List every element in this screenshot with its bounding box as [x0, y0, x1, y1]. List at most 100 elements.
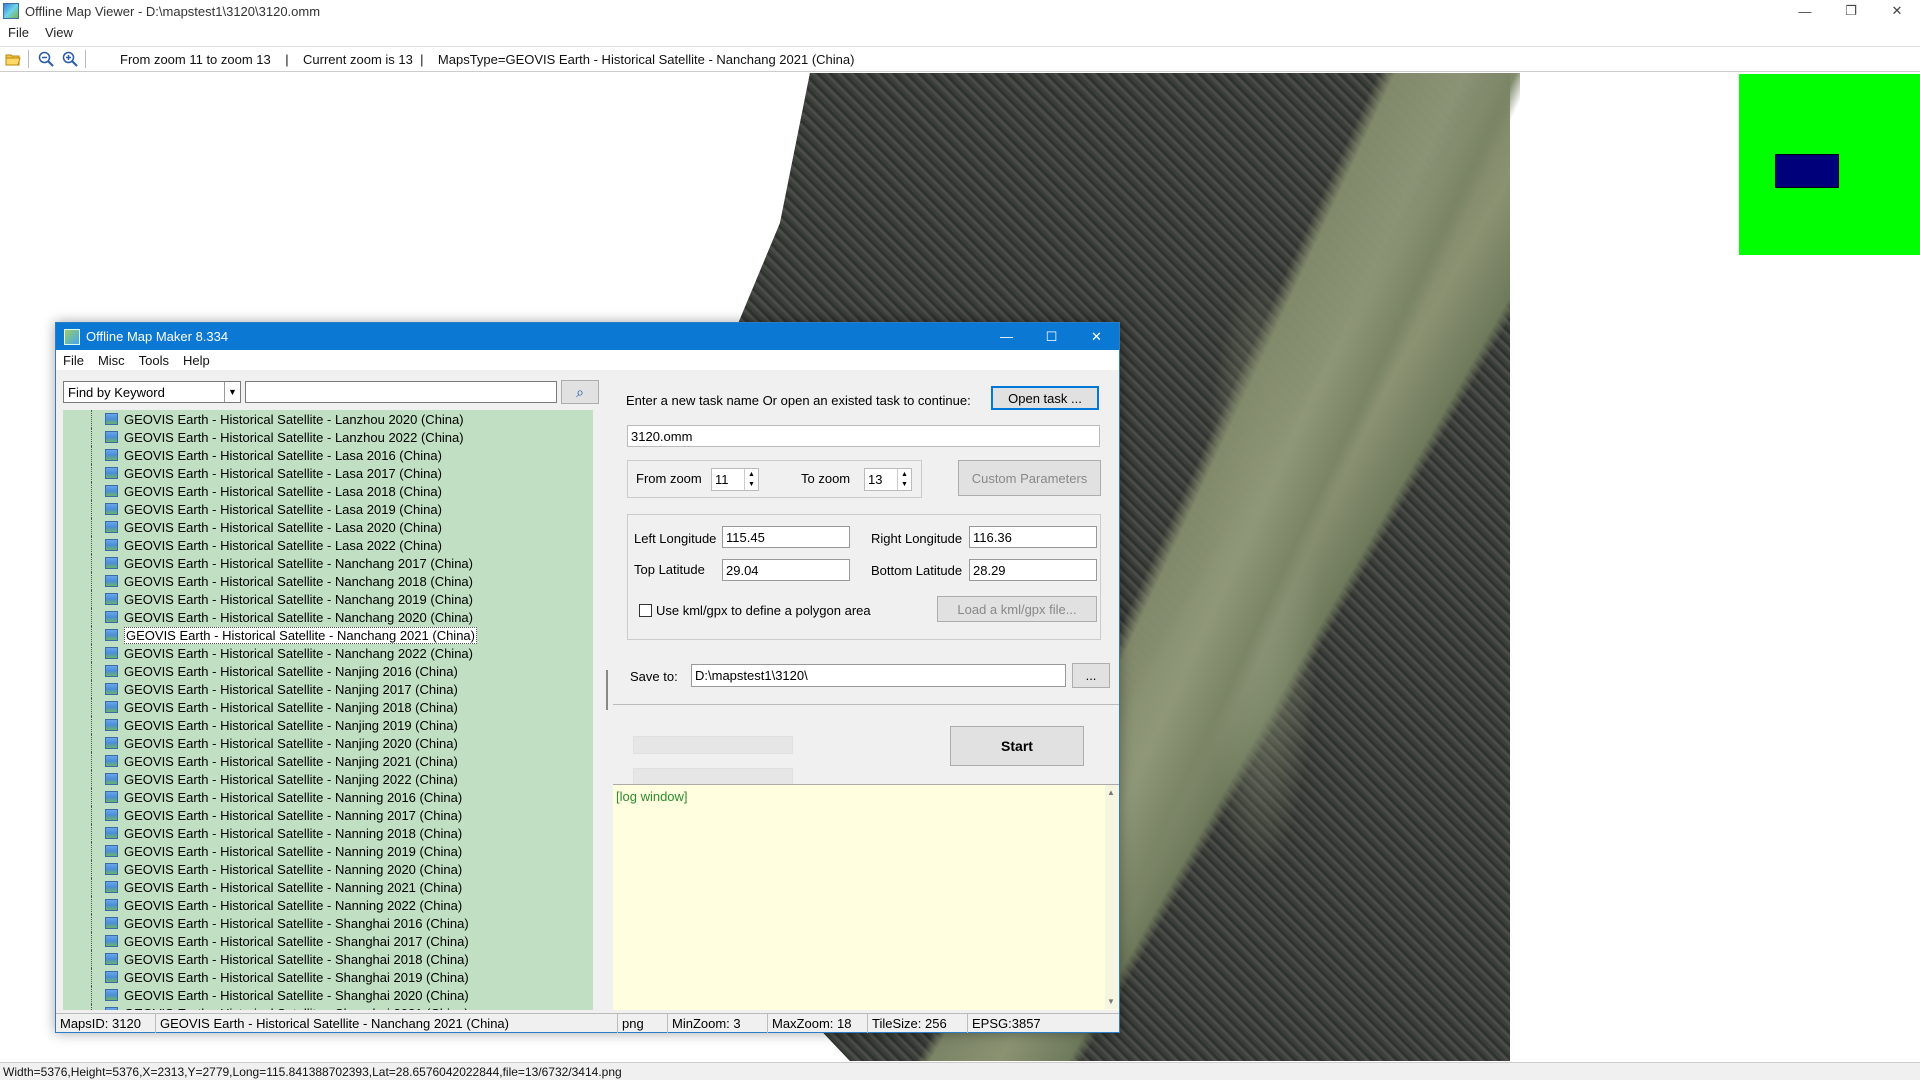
list-item[interactable]: GEOVIS Earth - Historical Satellite - La… — [63, 428, 593, 446]
list-item[interactable]: GEOVIS Earth - Historical Satellite - Na… — [63, 752, 593, 770]
list-item[interactable]: GEOVIS Earth - Historical Satellite - Na… — [63, 716, 593, 734]
progress-bar-1 — [633, 736, 793, 754]
list-item-label: GEOVIS Earth - Historical Satellite - Na… — [124, 717, 458, 733]
close-button[interactable]: ✕ — [1874, 0, 1920, 22]
list-item[interactable]: GEOVIS Earth - Historical Satellite - Na… — [63, 842, 593, 860]
list-item[interactable]: GEOVIS Earth - Historical Satellite - Na… — [63, 734, 593, 752]
zoom-in-icon[interactable] — [59, 48, 81, 70]
list-item[interactable]: GEOVIS Earth - Historical Satellite - Na… — [63, 662, 593, 680]
minimize-button[interactable]: — — [1782, 0, 1828, 22]
list-item[interactable]: GEOVIS Earth - Historical Satellite - Na… — [63, 590, 593, 608]
dlg-menu-file[interactable]: File — [56, 353, 91, 368]
kml-checkbox[interactable] — [639, 604, 652, 617]
list-item[interactable]: GEOVIS Earth - Historical Satellite - Na… — [63, 806, 593, 824]
list-item[interactable]: GEOVIS Earth - Historical Satellite - Na… — [63, 608, 593, 626]
open-task-button[interactable]: Open task ... — [991, 386, 1099, 410]
task-name-input[interactable]: 3120.omm — [627, 425, 1100, 447]
log-window[interactable]: [log window] ▲ ▼ — [613, 784, 1119, 1010]
list-item[interactable]: GEOVIS Earth - Historical Satellite - Na… — [63, 698, 593, 716]
start-button[interactable]: Start — [950, 726, 1084, 766]
left-longitude-label: Left Longitude — [634, 531, 717, 546]
list-item[interactable]: GEOVIS Earth - Historical Satellite - Sh… — [63, 968, 593, 986]
list-item[interactable]: GEOVIS Earth - Historical Satellite - Sh… — [63, 1004, 593, 1010]
list-item[interactable]: GEOVIS Earth - Historical Satellite - La… — [63, 482, 593, 500]
list-item[interactable]: GEOVIS Earth - Historical Satellite - Na… — [63, 824, 593, 842]
list-item-label: GEOVIS Earth - Historical Satellite - La… — [124, 447, 442, 463]
find-mode-value: Find by Keyword — [68, 384, 165, 400]
chevron-down-icon[interactable]: ▼ — [224, 382, 240, 402]
list-item[interactable]: GEOVIS Earth - Historical Satellite - La… — [63, 446, 593, 464]
zoom-out-icon[interactable] — [35, 48, 57, 70]
list-item[interactable]: GEOVIS Earth - Historical Satellite - Na… — [63, 770, 593, 788]
overview-view-rect[interactable] — [1775, 154, 1839, 188]
menu-view[interactable]: View — [37, 25, 81, 40]
list-item[interactable]: GEOVIS Earth - Historical Satellite - La… — [63, 536, 593, 554]
menu-file[interactable]: File — [0, 25, 37, 40]
list-item[interactable]: GEOVIS Earth - Historical Satellite - Sh… — [63, 950, 593, 968]
list-item[interactable]: GEOVIS Earth - Historical Satellite - Sh… — [63, 914, 593, 932]
viewer-status-text: Width=5376,Height=5376,X=2313,Y=2779,Lon… — [3, 1064, 622, 1079]
to-zoom-label: To zoom — [801, 471, 851, 486]
map-icon — [105, 845, 118, 857]
list-item[interactable]: GEOVIS Earth - Historical Satellite - Na… — [63, 878, 593, 896]
spin-down-icon[interactable]: ▼ — [901, 481, 908, 488]
list-item[interactable]: GEOVIS Earth - Historical Satellite - Na… — [63, 896, 593, 914]
left-longitude-input[interactable]: 115.45 — [722, 526, 850, 548]
list-item[interactable]: GEOVIS Earth - Historical Satellite - Na… — [63, 572, 593, 590]
restore-button[interactable]: ❐ — [1828, 0, 1874, 22]
scroll-up-icon[interactable]: ▲ — [1107, 788, 1115, 797]
map-icon — [105, 917, 118, 929]
from-zoom-value: 11 — [715, 472, 729, 487]
zoom-info: From zoom 11 to zoom 13 | Current zoom i… — [120, 51, 855, 67]
save-path-input[interactable]: D:\mapstest1\3120\ — [691, 664, 1066, 687]
dialog-maximize-button[interactable]: ☐ — [1029, 323, 1074, 350]
list-item[interactable]: GEOVIS Earth - Historical Satellite - La… — [63, 464, 593, 482]
from-zoom-label: From zoom — [636, 471, 702, 486]
search-button[interactable]: ⌕ — [561, 380, 599, 404]
list-item[interactable]: GEOVIS Earth - Historical Satellite - Na… — [63, 554, 593, 572]
list-item-label: GEOVIS Earth - Historical Satellite - Na… — [124, 735, 458, 751]
find-mode-select[interactable]: Find by Keyword ▼ — [63, 381, 241, 403]
dlg-menu-misc[interactable]: Misc — [91, 353, 132, 368]
map-list[interactable]: GEOVIS Earth - Historical Satellite - La… — [63, 410, 593, 1010]
scroll-down-icon[interactable]: ▼ — [1107, 997, 1115, 1006]
list-item[interactable]: GEOVIS Earth - Historical Satellite - La… — [63, 500, 593, 518]
map-icon — [105, 521, 118, 533]
top-latitude-input[interactable]: 29.04 — [722, 559, 850, 581]
spin-up-icon[interactable]: ▲ — [901, 471, 908, 478]
log-scrollbar[interactable]: ▲ ▼ — [1105, 785, 1119, 1009]
to-zoom-spinner[interactable]: 13 ▲ ▼ — [864, 468, 912, 491]
bottom-latitude-input[interactable]: 28.29 — [969, 559, 1097, 581]
status-format: png — [618, 1013, 668, 1033]
spin-up-icon[interactable]: ▲ — [748, 471, 755, 478]
map-icon — [105, 431, 118, 443]
dialog-titlebar[interactable]: Offline Map Maker 8.334 — ☐ ✕ — [56, 323, 1119, 350]
list-item[interactable]: GEOVIS Earth - Historical Satellite - Sh… — [63, 986, 593, 1004]
list-item-label: GEOVIS Earth - Historical Satellite - Na… — [124, 825, 463, 841]
dialog-close-button[interactable]: ✕ — [1074, 323, 1119, 350]
list-item-label: GEOVIS Earth - Historical Satellite - Na… — [124, 591, 473, 607]
map-icon — [105, 809, 118, 821]
spin-down-icon[interactable]: ▼ — [748, 481, 755, 488]
overview-map[interactable] — [1739, 74, 1920, 255]
list-item[interactable]: GEOVIS Earth - Historical Satellite - La… — [63, 518, 593, 536]
dlg-menu-help[interactable]: Help — [176, 353, 217, 368]
list-item[interactable]: GEOVIS Earth - Historical Satellite - Na… — [63, 626, 593, 644]
list-item[interactable]: GEOVIS Earth - Historical Satellite - Na… — [63, 788, 593, 806]
map-icon — [105, 701, 118, 713]
list-item[interactable]: GEOVIS Earth - Historical Satellite - La… — [63, 410, 593, 428]
load-kml-button[interactable]: Load a kml/gpx file... — [937, 596, 1097, 622]
search-input[interactable] — [245, 381, 557, 403]
splitter[interactable] — [602, 370, 612, 1013]
custom-parameters-button[interactable]: Custom Parameters — [958, 460, 1101, 496]
dlg-menu-tools[interactable]: Tools — [132, 353, 176, 368]
browse-button[interactable]: ... — [1072, 663, 1110, 688]
list-item[interactable]: GEOVIS Earth - Historical Satellite - Na… — [63, 680, 593, 698]
list-item[interactable]: GEOVIS Earth - Historical Satellite - Na… — [63, 644, 593, 662]
open-folder-icon[interactable] — [2, 48, 24, 70]
list-item[interactable]: GEOVIS Earth - Historical Satellite - Sh… — [63, 932, 593, 950]
list-item[interactable]: GEOVIS Earth - Historical Satellite - Na… — [63, 860, 593, 878]
right-longitude-input[interactable]: 116.36 — [969, 526, 1097, 548]
dialog-minimize-button[interactable]: — — [984, 323, 1029, 350]
from-zoom-spinner[interactable]: 11 ▲ ▼ — [711, 468, 759, 491]
